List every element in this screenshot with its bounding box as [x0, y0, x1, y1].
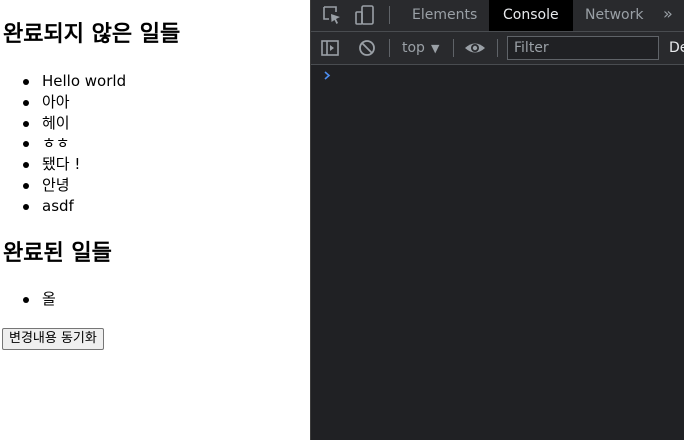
list-item: Hello world — [23, 71, 126, 92]
sidebar-toggle-icon[interactable] — [320, 38, 340, 58]
console-toolbar: top ▼ De — [311, 32, 684, 65]
list-item: 헤이 — [23, 113, 126, 134]
incomplete-list: Hello world 아아 헤이 ㅎㅎ 됐다 ! 안녕 asdf — [23, 71, 126, 217]
filter-input[interactable] — [507, 36, 659, 60]
log-levels-dropdown[interactable]: De — [669, 32, 684, 64]
tab-console[interactable]: Console — [489, 0, 573, 31]
console-prompt-chevron-icon[interactable] — [321, 68, 337, 84]
devtools-panel: Elements Console Network » top ▼ Filter … — [310, 0, 684, 440]
list-item: 아아 — [23, 92, 126, 113]
tabbar-divider — [389, 6, 390, 24]
incomplete-heading: 완료되지 않은 일들 — [3, 22, 181, 47]
chevron-down-icon: ▼ — [430, 42, 440, 55]
clear-console-icon[interactable] — [357, 38, 377, 58]
live-expression-eye-icon[interactable] — [464, 38, 485, 58]
more-tabs-icon[interactable]: » — [663, 0, 673, 31]
todo-page: 완료되지 않은 일들 Hello world 아아 헤이 ㅎㅎ 됐다 ! 안녕 … — [0, 0, 310, 440]
list-item: asdf — [23, 196, 126, 217]
toolbar-divider — [497, 39, 498, 57]
context-label: top — [402, 40, 425, 56]
list-item: 됐다 ! — [23, 154, 126, 175]
sync-changes-button[interactable]: 변경내용 동기화 — [2, 328, 104, 350]
context-selector[interactable]: top ▼ — [402, 32, 439, 64]
device-toolbar-icon[interactable] — [354, 4, 376, 26]
inspect-element-icon[interactable] — [321, 4, 343, 26]
toolbar-divider — [389, 39, 390, 57]
list-item: ㅎㅎ — [23, 133, 126, 154]
list-item: 올 — [23, 289, 56, 310]
tab-network[interactable]: Network — [571, 0, 657, 31]
complete-list: 올 — [23, 289, 56, 310]
complete-heading: 완료된 일들 — [3, 241, 112, 266]
devtools-tabbar: Elements Console Network » — [311, 0, 684, 32]
list-item: 안녕 — [23, 175, 126, 196]
toolbar-divider — [453, 39, 454, 57]
tab-elements[interactable]: Elements — [398, 0, 491, 31]
